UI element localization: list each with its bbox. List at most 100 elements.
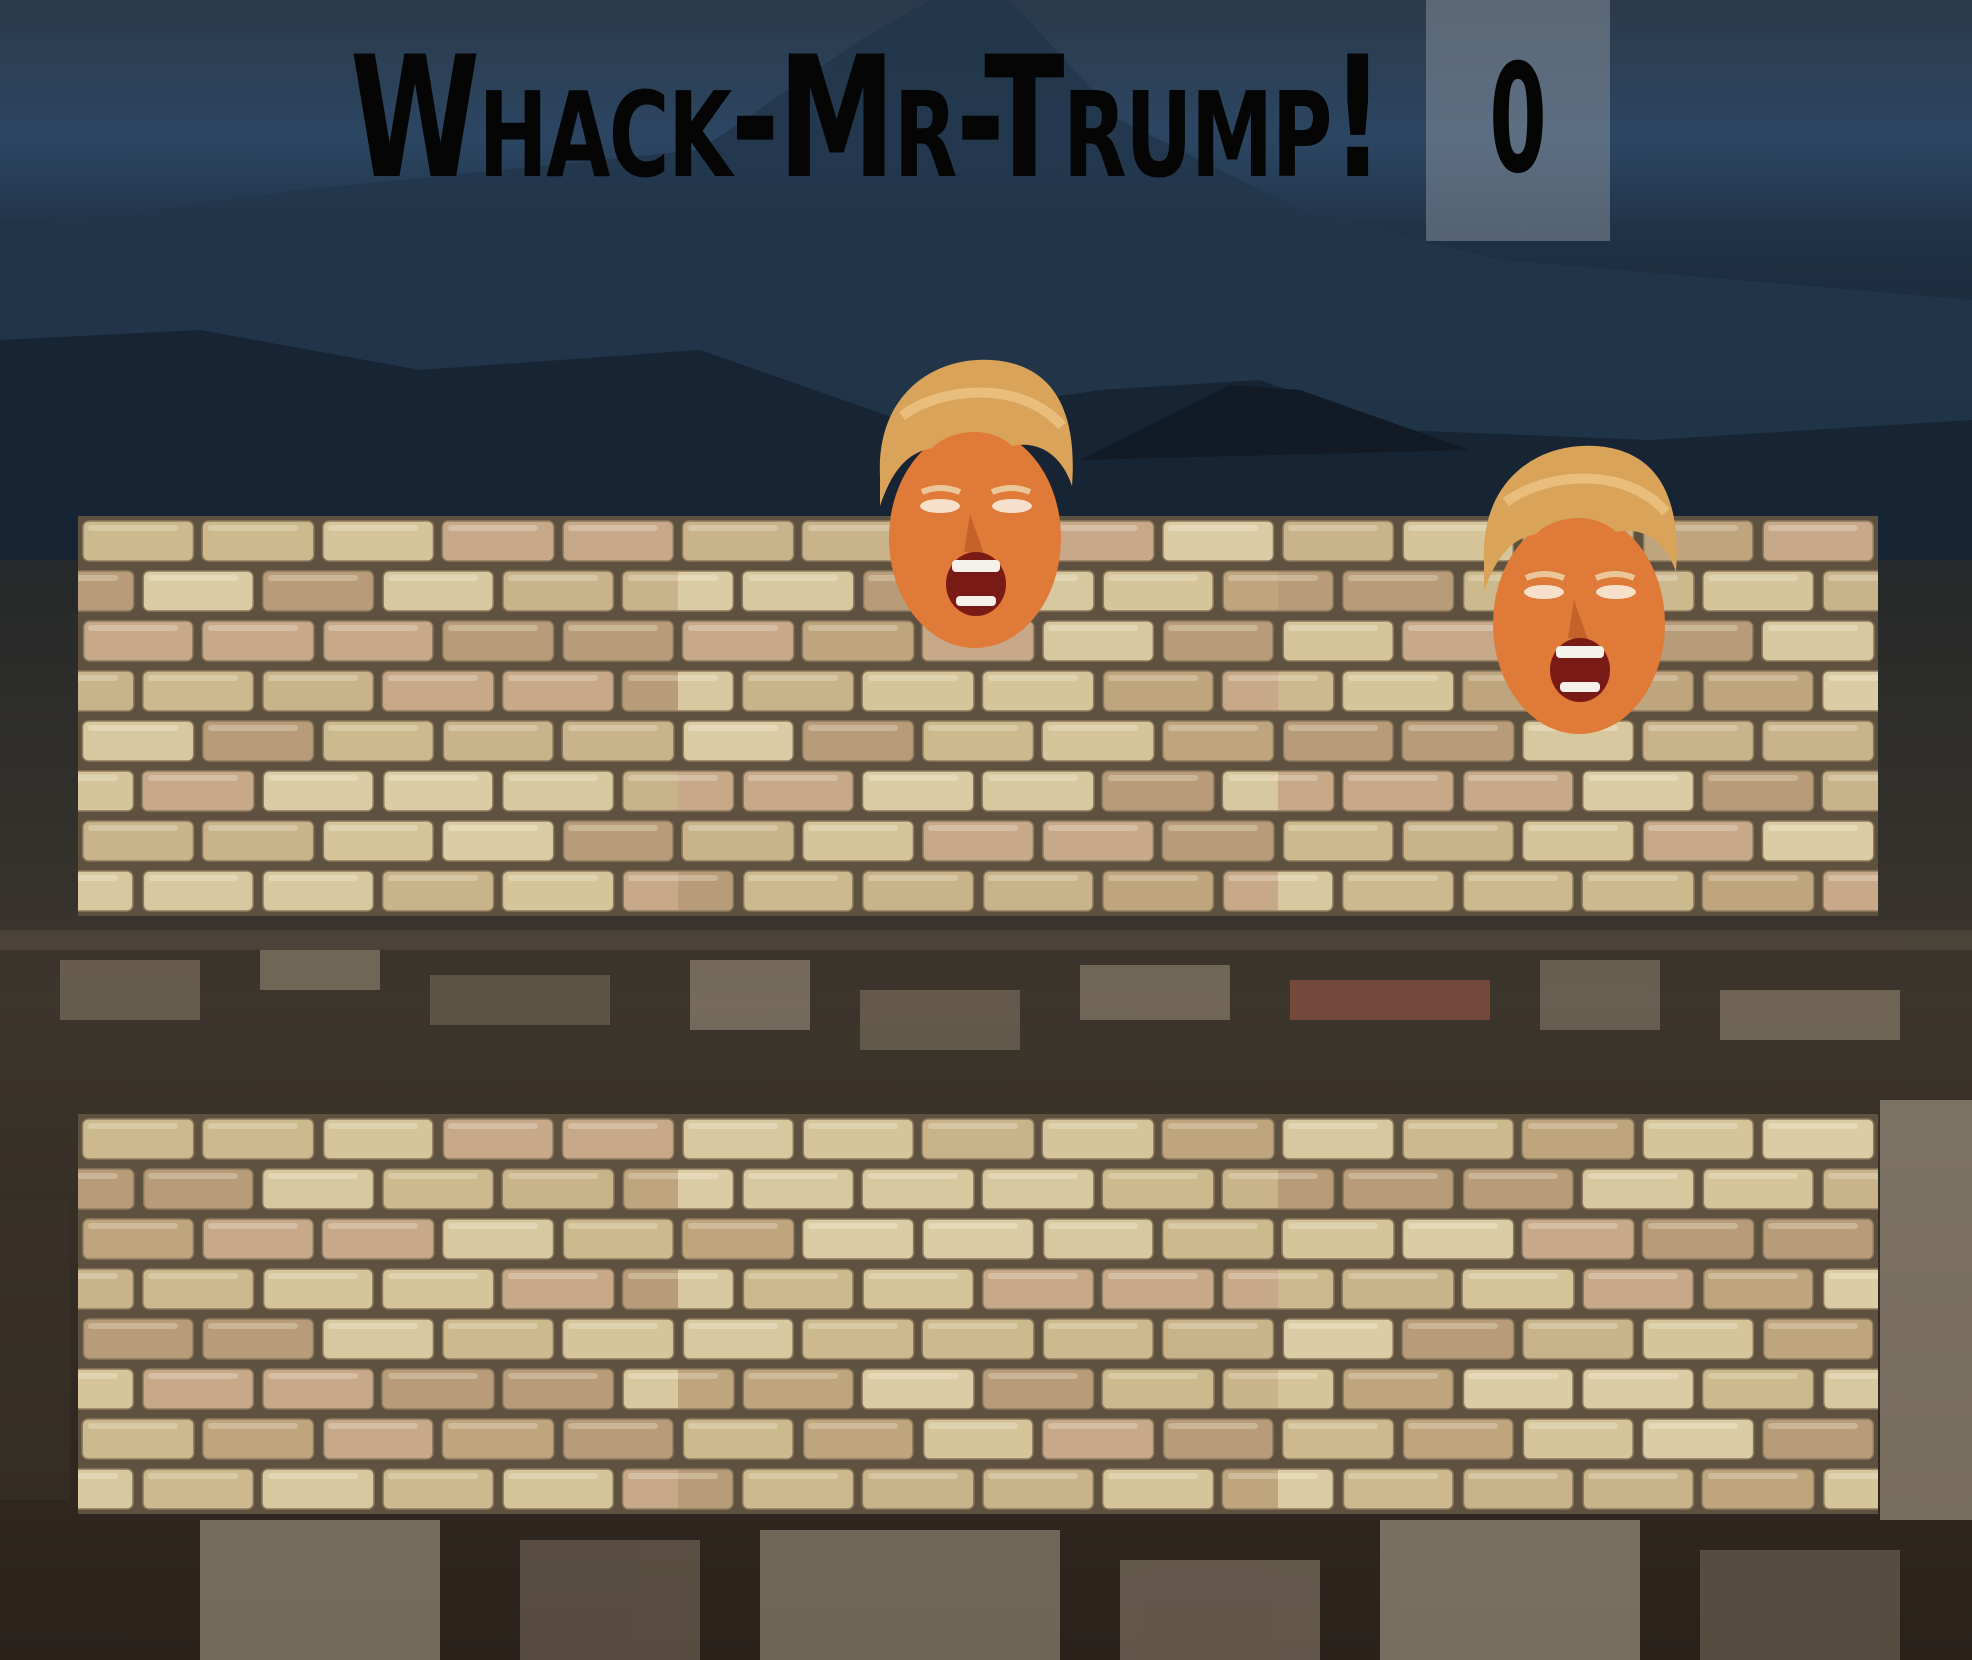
brick-highlight [208, 625, 298, 631]
brick-highlight [928, 1223, 1018, 1229]
brick-highlight [868, 875, 958, 881]
brick-highlight [1528, 825, 1618, 831]
brick-highlight [88, 1423, 178, 1429]
score-box: 0 [1426, 0, 1610, 241]
brick-highlight [1108, 1173, 1198, 1179]
brick-highlight [678, 1273, 718, 1279]
brick-highlight [1708, 1273, 1798, 1279]
brick-highlight [448, 1223, 538, 1229]
brick-highlight [78, 675, 118, 681]
brick-highlight [988, 875, 1078, 881]
brick-highlight [388, 775, 478, 781]
brick-highlight [1408, 825, 1498, 831]
brick-highlight [678, 1473, 718, 1479]
brick-highlight [1288, 525, 1378, 531]
brick-highlight [1588, 1273, 1678, 1279]
brick-highlight [628, 1473, 678, 1479]
brick-highlight [1768, 1323, 1858, 1329]
brick-highlight [808, 1123, 898, 1129]
brick-highlight [808, 1323, 898, 1329]
brick-highlight [268, 1373, 358, 1379]
brick-highlight [1278, 875, 1318, 881]
brick-highlight [1828, 1173, 1878, 1179]
brick-highlight [388, 1473, 478, 1479]
brick-highlight [1348, 575, 1438, 581]
brick-highlight [508, 1373, 598, 1379]
brick-highlight [1108, 1273, 1198, 1279]
brick-highlight [388, 675, 478, 681]
brick-highlight [148, 675, 238, 681]
brick-highlight [1768, 1423, 1858, 1429]
brick-highlight [1408, 1323, 1498, 1329]
brick-highlight [868, 1373, 958, 1379]
brick-highlight [678, 1173, 718, 1179]
brick-highlight [78, 575, 118, 581]
brick-highlight [1588, 875, 1678, 881]
brick-highlight [1168, 1223, 1258, 1229]
hole-2[interactable] [678, 359, 1278, 916]
brick-highlight [1828, 1473, 1878, 1479]
hole-5[interactable] [678, 1114, 1278, 1514]
brick-highlight [268, 775, 358, 781]
brick-highlight [328, 525, 418, 531]
brick-highlight [388, 1173, 478, 1179]
brick-highlight [1278, 675, 1318, 681]
brick-highlight [268, 575, 358, 581]
brick-highlight [448, 1423, 538, 1429]
brick-highlight [748, 875, 838, 881]
hole-3[interactable] [1278, 445, 1878, 916]
brick-highlight [1588, 1473, 1678, 1479]
brick-wall [1278, 1114, 1878, 1514]
trump-head-mole[interactable] [872, 356, 1078, 648]
brick-highlight [1108, 1373, 1198, 1379]
brick-highlight [1348, 1173, 1438, 1179]
brick-highlight [1048, 1323, 1138, 1329]
brick-highlight [88, 1223, 178, 1229]
brick-highlight [1708, 1173, 1798, 1179]
brick-highlight [688, 625, 778, 631]
trump-head-mole[interactable] [1476, 442, 1682, 734]
brick-highlight [1108, 875, 1198, 881]
brick-highlight [1168, 825, 1258, 831]
brick-highlight [1168, 525, 1258, 531]
game-title: Whack-Mr-Trump! [350, 20, 1385, 216]
game-board [78, 359, 1878, 1515]
brick-highlight [1348, 1473, 1438, 1479]
hole-1[interactable] [78, 516, 678, 916]
brick-highlight [1828, 1273, 1878, 1279]
brick-highlight [678, 1373, 718, 1379]
brick-highlight [1648, 1323, 1738, 1329]
brick-highlight [1288, 1223, 1378, 1229]
brick-highlight [448, 1323, 538, 1329]
brick-highlight [1468, 875, 1558, 881]
brick-highlight [808, 825, 898, 831]
brick-highlight [1278, 1173, 1318, 1179]
hole-4[interactable] [78, 1114, 678, 1514]
brick-highlight [988, 1473, 1078, 1479]
brick-highlight [1708, 1473, 1798, 1479]
brick-highlight [988, 1273, 1078, 1279]
brick-highlight [1228, 575, 1278, 581]
brick-highlight [868, 1473, 958, 1479]
brick-highlight [1468, 1473, 1558, 1479]
brick-highlight [88, 1123, 178, 1129]
brick-highlight [508, 675, 598, 681]
brick-highlight [1768, 625, 1858, 631]
brick-highlight [1288, 1323, 1378, 1329]
brick-highlight [688, 1323, 778, 1329]
brick-highlight [1288, 1423, 1378, 1429]
brick-highlight [1408, 1123, 1498, 1129]
brick-highlight [748, 1373, 838, 1379]
brick-highlight [628, 675, 678, 681]
brick-highlight [808, 1423, 898, 1429]
brick-highlight [928, 1123, 1018, 1129]
brick-highlight [688, 1223, 778, 1229]
brick-highlight [388, 1273, 478, 1279]
brick-highlight [688, 525, 778, 531]
brick-highlight [78, 1173, 118, 1179]
brick-highlight [748, 1473, 838, 1479]
hole-6[interactable] [1278, 1114, 1878, 1514]
brick-highlight [1648, 1423, 1738, 1429]
brick-highlight [88, 625, 178, 631]
brick-highlight [1528, 1123, 1618, 1129]
